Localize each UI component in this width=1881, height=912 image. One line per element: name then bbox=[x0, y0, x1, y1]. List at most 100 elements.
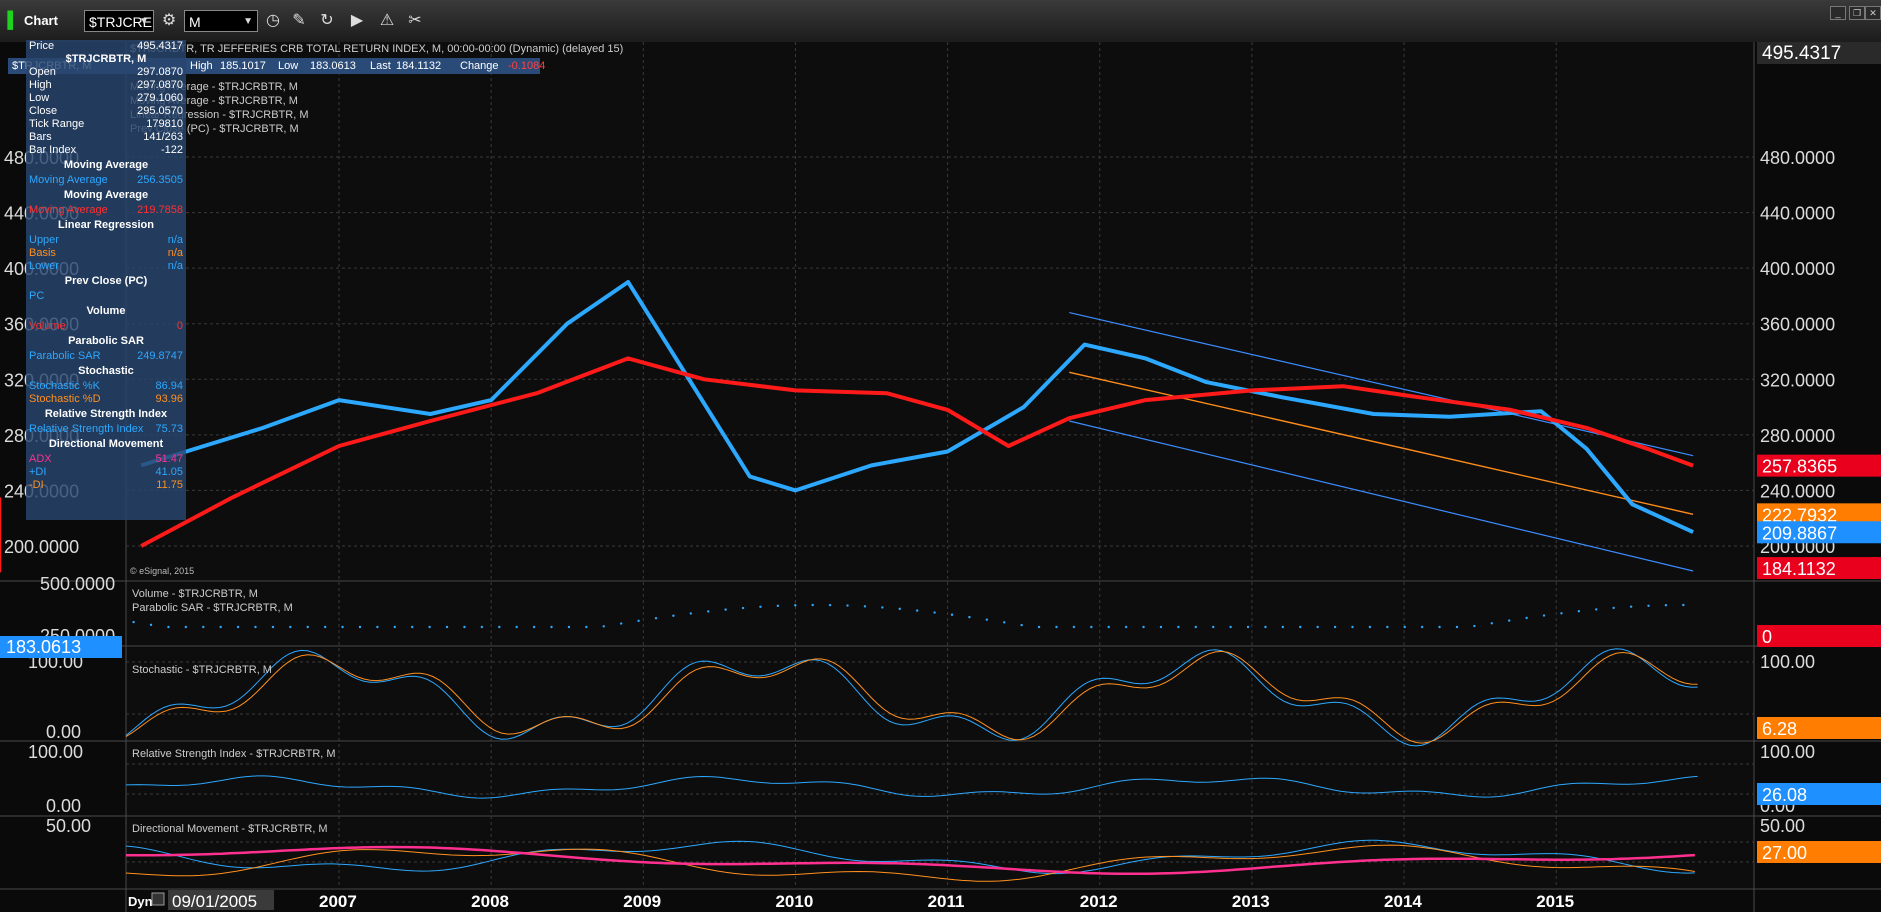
sar-dot bbox=[1107, 625, 1110, 629]
sar-dot bbox=[1542, 614, 1546, 617]
dw-row: Stochastic %D 93.96 bbox=[29, 393, 183, 406]
sar-dot bbox=[254, 625, 257, 629]
stochastic-pane[interactable] bbox=[126, 648, 1754, 740]
dw-section-title-label: Linear Regression bbox=[58, 219, 154, 231]
chevron-down-icon[interactable]: ▼ bbox=[243, 11, 253, 33]
volume-right-badge-bg bbox=[1757, 625, 1881, 647]
sar-dot bbox=[1420, 625, 1424, 629]
quote-low-label: Low bbox=[278, 60, 299, 72]
sar-dot bbox=[828, 603, 832, 607]
dw-row: Lower n/a bbox=[29, 260, 183, 273]
quote-low: 183.0613 bbox=[310, 60, 356, 72]
year-label: 2015 bbox=[1536, 892, 1574, 911]
symbol-input[interactable]: $TRJCRE ▼ bbox=[84, 10, 154, 32]
dw-section-title: Moving Average bbox=[29, 189, 183, 202]
restore-button[interactable]: ❐ bbox=[1849, 6, 1865, 20]
volume-axis-tick: 500.0000 bbox=[40, 574, 115, 594]
window-titlebar: ▌ Chart $TRJCRE ▼ ⚙ M ▼ ◷ ✎ ↻ ▶ ⚠ ✂ _ ❐ … bbox=[0, 0, 1881, 43]
clock-icon[interactable]: ◷ bbox=[262, 10, 284, 32]
dw-price-label: Price bbox=[29, 40, 55, 52]
minimize-button[interactable]: _ bbox=[1830, 6, 1846, 20]
sar-dot bbox=[811, 603, 814, 607]
dw-row-value: 295.0570 bbox=[137, 105, 183, 117]
dw-section-title-label: Volume bbox=[86, 305, 126, 317]
settings-icon[interactable]: ⚙ bbox=[158, 10, 180, 32]
sar-dot bbox=[619, 622, 623, 625]
data-window[interactable]: Price 495.4317 $TRJCRBTR, M Open 297.0870 Hig… bbox=[26, 40, 186, 520]
sar-dot bbox=[863, 605, 867, 608]
dw-row: Stochastic %K 86.94 bbox=[29, 380, 183, 393]
close-button[interactable]: ✕ bbox=[1865, 6, 1881, 20]
sar-dot bbox=[428, 625, 431, 629]
pencil-icon[interactable]: ✎ bbox=[288, 10, 310, 32]
play-icon[interactable]: ▶ bbox=[346, 10, 368, 32]
sar-dot bbox=[968, 615, 971, 619]
dw-row-value: 141/263 bbox=[143, 131, 183, 143]
price-axis-tick: 480.0000 bbox=[1760, 148, 1835, 168]
quote-last-label: Last bbox=[370, 60, 391, 72]
dw-row: Volume 0 bbox=[29, 320, 183, 333]
tools-icon[interactable]: ✂ bbox=[404, 10, 426, 32]
dw-row-value: n/a bbox=[167, 260, 183, 272]
quote-high: 185.1017 bbox=[220, 60, 266, 72]
rsi-pane[interactable] bbox=[126, 743, 1754, 815]
sar-dot bbox=[167, 625, 170, 629]
price-axis-tick: 440.0000 bbox=[1760, 204, 1835, 224]
dw-row-value: 86.94 bbox=[155, 380, 183, 392]
sar-dot bbox=[236, 625, 240, 629]
sar-dot bbox=[915, 609, 919, 612]
sar-dot bbox=[1072, 625, 1076, 629]
dw-row: Low 279.1060 bbox=[29, 92, 183, 105]
sar-title: Parabolic SAR - $TRJCRBTR, M bbox=[132, 602, 293, 614]
sar-dot bbox=[1647, 604, 1650, 607]
alert-icon[interactable]: ⚠ bbox=[376, 10, 398, 32]
sar-dot bbox=[1595, 608, 1598, 611]
sar-dot bbox=[393, 625, 396, 629]
sar-dot bbox=[794, 604, 797, 607]
sar-dot bbox=[1525, 616, 1528, 620]
dw-row-value: 279.1060 bbox=[137, 92, 183, 104]
sar-dot bbox=[1403, 625, 1406, 629]
dw-row-label: Stochastic %K bbox=[29, 380, 100, 392]
sar-dot bbox=[376, 625, 379, 629]
price-pane[interactable] bbox=[126, 42, 1754, 580]
chevron-down-icon[interactable]: ▼ bbox=[139, 11, 149, 33]
sar-dot bbox=[1194, 625, 1197, 629]
dw-section-title: Volume bbox=[29, 305, 183, 318]
sar-dot bbox=[1229, 625, 1232, 629]
dw-row-value: 297.0870 bbox=[137, 79, 183, 91]
sar-dot bbox=[411, 625, 414, 629]
dw-row-value: 297.0870 bbox=[137, 66, 183, 78]
sar-dot bbox=[1316, 625, 1319, 629]
rsi-right-tick: 100.00 bbox=[1760, 742, 1815, 762]
refresh-icon[interactable]: ↻ bbox=[316, 10, 338, 32]
sar-dot bbox=[1159, 625, 1163, 629]
sar-dot bbox=[1020, 623, 1023, 627]
dw-section-title-label: Stochastic bbox=[78, 365, 134, 377]
sar-dot bbox=[132, 620, 135, 624]
dw-row: Tick Range 179810 bbox=[29, 118, 183, 131]
sar-dot bbox=[1560, 612, 1563, 615]
sar-dot bbox=[1351, 625, 1354, 629]
dw-section-title-label: Parabolic SAR bbox=[68, 335, 144, 347]
volume-pane[interactable] bbox=[126, 583, 1754, 645]
dw-section-title: Prev Close (PC) bbox=[29, 275, 183, 288]
dw-row-label: Bars bbox=[29, 131, 52, 143]
sar-dot bbox=[1577, 610, 1581, 613]
dw-row-label: Volume bbox=[29, 320, 66, 332]
sar-dot bbox=[271, 625, 275, 629]
sar-dot bbox=[1368, 625, 1372, 629]
dmi-pane[interactable] bbox=[126, 818, 1754, 888]
dw-row-value: 75.73 bbox=[155, 423, 183, 435]
dw-row: Close 295.0570 bbox=[29, 105, 183, 118]
year-label: 2007 bbox=[319, 892, 357, 911]
sar-dot bbox=[480, 625, 484, 629]
quote-high-label: High bbox=[190, 60, 213, 72]
year-label: 2012 bbox=[1080, 892, 1118, 911]
sar-dot bbox=[1124, 625, 1128, 629]
chart-canvas[interactable]: 480.0000 440.0000 400.0000 360.0000 320.0000… bbox=[0, 42, 1881, 912]
stochastic-title: Stochastic - $TRJCRBTR, M bbox=[132, 664, 272, 676]
year-label: 2009 bbox=[623, 892, 661, 911]
sar-dot bbox=[323, 625, 327, 629]
interval-select[interactable]: M ▼ bbox=[184, 10, 258, 32]
